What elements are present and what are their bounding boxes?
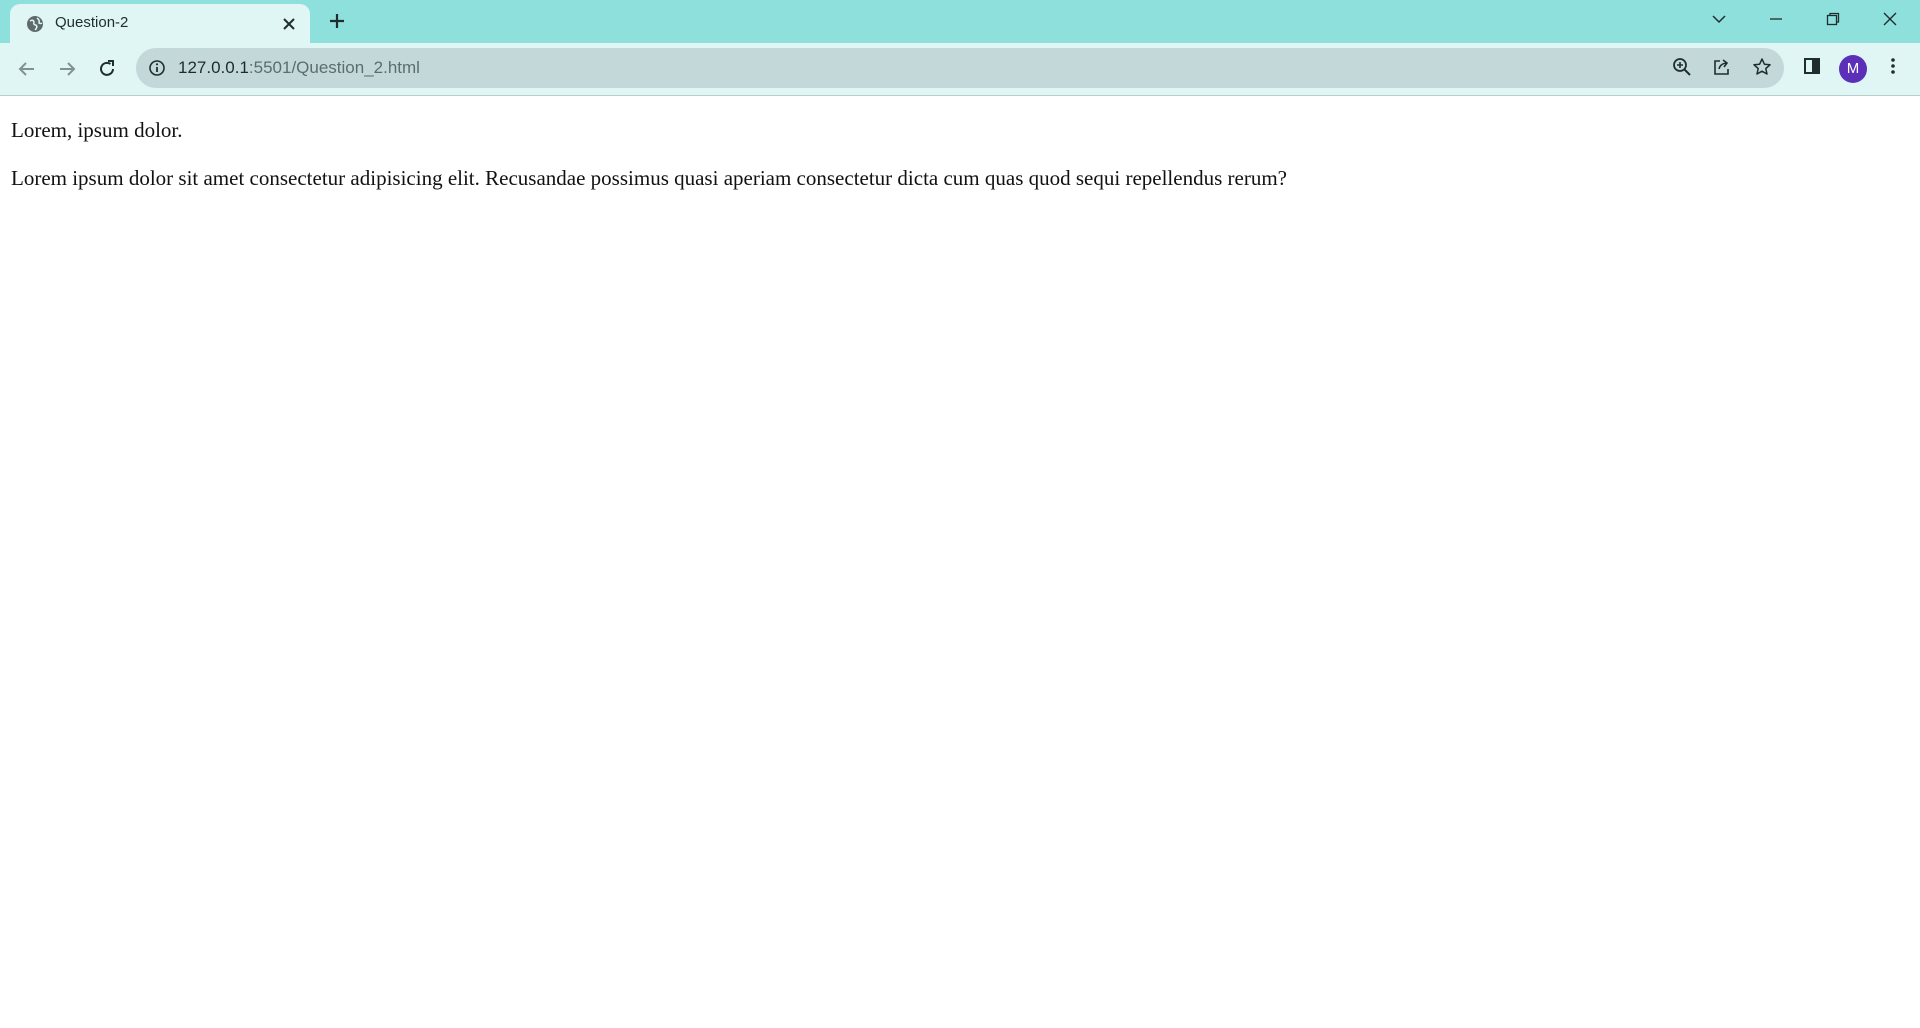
tab-title: Question-2 bbox=[55, 14, 129, 31]
url-host: 127.0.0.1 bbox=[178, 58, 249, 77]
side-panel-icon[interactable] bbox=[1799, 56, 1825, 82]
minimize-icon[interactable] bbox=[1762, 8, 1790, 30]
browser-toolbar: 127.0.0.1:5501/Question_2.html M bbox=[0, 43, 1920, 96]
share-icon[interactable] bbox=[1711, 57, 1733, 79]
address-bar[interactable]: 127.0.0.1:5501/Question_2.html bbox=[136, 48, 1784, 88]
profile-avatar[interactable]: M bbox=[1839, 55, 1867, 83]
paragraph-short: Lorem, ipsum dolor. bbox=[11, 118, 183, 142]
url-text[interactable]: 127.0.0.1:5501/Question_2.html bbox=[178, 58, 420, 78]
paragraph-long: Lorem ipsum dolor sit amet consectetur a… bbox=[11, 166, 1287, 190]
tab-question-2[interactable]: Question-2 bbox=[10, 4, 310, 43]
close-tab-icon[interactable] bbox=[281, 16, 297, 32]
globe-icon bbox=[26, 15, 44, 33]
page-content: Lorem, ipsum dolor. Lorem ipsum dolor si… bbox=[0, 96, 1920, 1028]
bookmark-star-icon[interactable] bbox=[1751, 57, 1773, 79]
close-window-icon[interactable] bbox=[1876, 8, 1904, 30]
tab-search-chevron-down-icon[interactable] bbox=[1705, 8, 1733, 30]
url-path: :5501/Question_2.html bbox=[248, 58, 420, 77]
zoom-icon[interactable] bbox=[1671, 57, 1693, 79]
site-info-icon[interactable] bbox=[148, 59, 166, 77]
reload-icon[interactable] bbox=[93, 55, 121, 83]
restore-icon[interactable] bbox=[1819, 8, 1847, 30]
back-arrow-icon[interactable] bbox=[13, 55, 41, 83]
kebab-menu-icon[interactable] bbox=[1880, 56, 1906, 82]
tab-strip: Question-2 bbox=[0, 0, 1920, 43]
forward-arrow-icon[interactable] bbox=[53, 55, 81, 83]
new-tab-icon[interactable] bbox=[326, 10, 348, 32]
